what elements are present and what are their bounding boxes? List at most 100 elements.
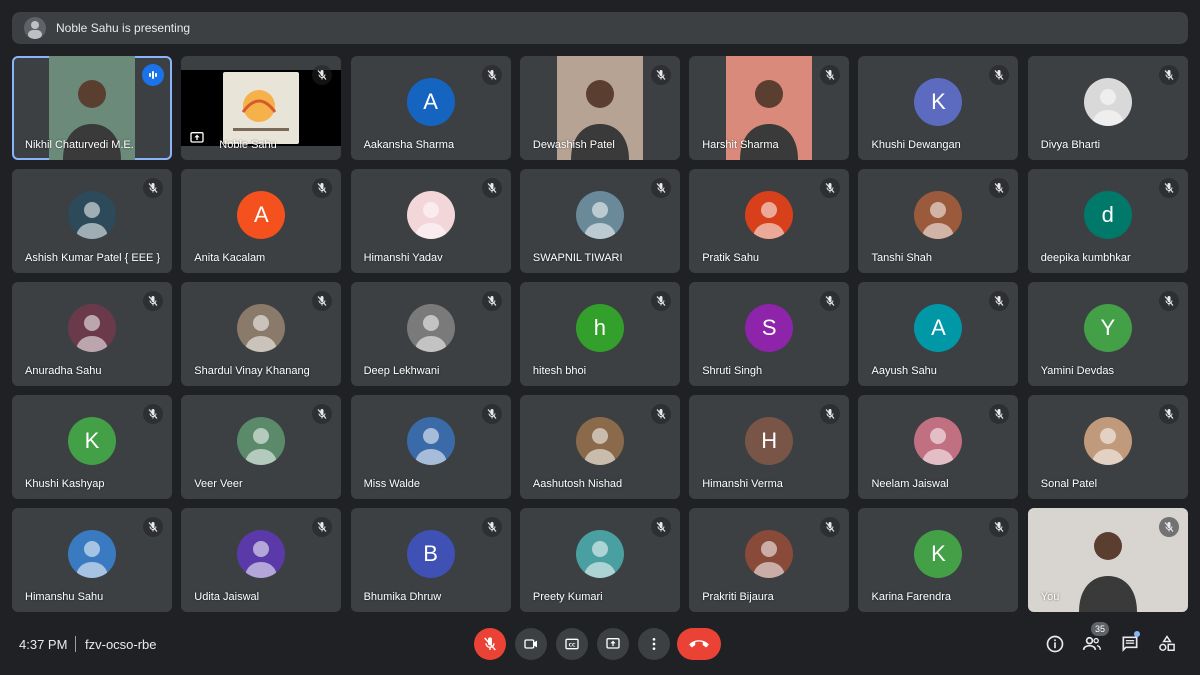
- participant-tile-aakansha-sharma[interactable]: A Aakansha Sharma: [350, 56, 511, 160]
- participant-tile-deep-lekhwani[interactable]: Deep Lekhwani: [350, 282, 511, 386]
- participant-avatar: h: [575, 304, 624, 352]
- participant-name: Bhumika Dhruw: [363, 591, 442, 603]
- participant-tile-swapnil-tiwari[interactable]: SWAPNIL TIWARI: [519, 169, 680, 273]
- activities-icon: [1159, 635, 1175, 651]
- participant-tile-khushi-kashyap[interactable]: K Khushi Kashyap: [12, 395, 172, 499]
- mic-muted-icon: [650, 178, 671, 198]
- participant-tile-pratik-sahu[interactable]: Pratik Sahu: [689, 169, 850, 273]
- participant-avatar: A: [914, 304, 963, 352]
- participant-tile-neelam-jaiswal[interactable]: Neelam Jaiswal: [858, 395, 1019, 499]
- mic-muted-icon: [481, 65, 502, 85]
- camera-button[interactable]: [515, 628, 547, 660]
- mic-muted-icon: [1158, 178, 1179, 198]
- participant-name: Khushi Kashyap: [25, 478, 105, 490]
- participant-avatar: [914, 191, 963, 239]
- participant-name: Karina Farendra: [871, 591, 951, 603]
- participant-tile-himanshi-verma[interactable]: H Himanshi Verma: [689, 395, 850, 499]
- participant-tile-divya-bharti[interactable]: Divya Bharti: [1027, 56, 1188, 160]
- participant-tile-noble-sahu[interactable]: Noble Sahu: [181, 56, 342, 160]
- participant-tile-preety-kumari[interactable]: Preety Kumari: [519, 508, 680, 612]
- mic-muted-icon: [481, 291, 502, 311]
- participant-name: Aakansha Sharma: [363, 139, 455, 151]
- mic-muted-icon: [650, 65, 671, 85]
- people-icon: [1082, 636, 1101, 650]
- participant-name: Deep Lekhwani: [363, 365, 440, 377]
- participant-tile-karina-farendra[interactable]: K Karina Farendra: [858, 508, 1019, 612]
- activities-button[interactable]: [1155, 632, 1179, 656]
- captions-button[interactable]: CC: [556, 628, 588, 660]
- participant-name: Himanshi Verma: [702, 478, 783, 490]
- participant-tile-anita-kacalam[interactable]: A Anita Kacalam: [181, 169, 342, 273]
- mic-muted-icon: [481, 517, 502, 537]
- participant-name: Harshit Sharma: [702, 139, 779, 151]
- participant-name: Himanshu Sahu: [25, 591, 104, 603]
- participant-tile-sonal-patel[interactable]: Sonal Patel: [1027, 395, 1188, 499]
- participant-tile-you[interactable]: You: [1027, 508, 1188, 612]
- participant-tile-harshit-sharma[interactable]: Harshit Sharma: [689, 56, 850, 160]
- more-options-button[interactable]: [638, 628, 670, 660]
- mic-muted-icon: [143, 404, 163, 424]
- participant-tile-veer-veer[interactable]: Veer Veer: [181, 395, 342, 499]
- participant-avatar: [745, 530, 794, 578]
- participant-tile-dewashish-patel[interactable]: Dewashish Patel: [519, 56, 680, 160]
- participant-tile-ashish-kumar-patel-eee[interactable]: Ashish Kumar Patel { EEE }: [12, 169, 172, 273]
- participant-avatar: [68, 191, 116, 239]
- participant-tile-miss-walde[interactable]: Miss Walde: [350, 395, 511, 499]
- participant-name: hitesh bhoi: [532, 365, 587, 377]
- meeting-code: fzv-ocso-rbe: [85, 637, 157, 652]
- participant-name: Aashutosh Nishad: [532, 478, 623, 490]
- participants-count-badge: 35: [1091, 622, 1109, 636]
- participant-name: You: [1040, 591, 1060, 603]
- speaking-indicator-icon: [142, 64, 164, 86]
- participant-tile-tanshi-shah[interactable]: Tanshi Shah: [858, 169, 1019, 273]
- participant-grid: Nikhil Chaturvedi M.E. Noble Sahu A Aakansh…: [12, 56, 1188, 612]
- participant-tile-aayush-sahu[interactable]: A Aayush Sahu: [858, 282, 1019, 386]
- mic-muted-icon: [820, 178, 841, 198]
- participant-name: Preety Kumari: [532, 591, 603, 603]
- presenter-avatar: [24, 17, 46, 39]
- leave-call-button[interactable]: [677, 628, 721, 660]
- participant-name: Noble Sahu: [219, 139, 277, 151]
- participant-tile-udita-jaiswal[interactable]: Udita Jaiswal: [181, 508, 342, 612]
- participant-avatar: [237, 304, 286, 352]
- participant-tile-himanshi-yadav[interactable]: Himanshi Yadav: [350, 169, 511, 273]
- participant-tile-shardul-vinay-khanang[interactable]: Shardul Vinay Khanang: [181, 282, 342, 386]
- mic-muted-icon: [1158, 517, 1179, 537]
- participant-avatar: K: [914, 78, 963, 126]
- participant-avatar: [914, 417, 963, 465]
- camera-icon: [524, 639, 537, 649]
- clock: 4:37 PM: [19, 637, 68, 652]
- meeting-details-button[interactable]: [1043, 632, 1067, 656]
- mic-muted-icon: [650, 291, 671, 311]
- participant-name: Pratik Sahu: [702, 252, 760, 264]
- participant-name: Shardul Vinay Khanang: [194, 365, 310, 377]
- participant-tile-shruti-singh[interactable]: S Shruti Singh: [689, 282, 850, 386]
- mic-muted-icon: [820, 291, 841, 311]
- participant-avatar: d: [1083, 191, 1132, 239]
- participant-name: Aayush Sahu: [871, 365, 937, 377]
- mic-off-button[interactable]: [474, 628, 506, 660]
- participant-tile-yamini-devdas[interactable]: Y Yamini Devdas: [1027, 282, 1188, 386]
- participant-avatar: K: [914, 530, 963, 578]
- mic-muted-icon: [312, 404, 333, 424]
- presenting-text: Noble Sahu is presenting: [56, 21, 191, 35]
- participant-tile-prakriti-bijaura[interactable]: Prakriti Bijaura: [689, 508, 850, 612]
- participant-tile-bhumika-dhruw[interactable]: B Bhumika Dhruw: [350, 508, 511, 612]
- mic-muted-icon: [650, 517, 671, 537]
- mic-muted-icon: [989, 517, 1010, 537]
- participant-tile-deepika-kumbhkar[interactable]: d deepika kumbhkar: [1027, 169, 1188, 273]
- participant-tile-anuradha-sahu[interactable]: Anuradha Sahu: [12, 282, 172, 386]
- participant-tile-himanshu-sahu[interactable]: Himanshu Sahu: [12, 508, 172, 612]
- participant-tile-nikhil-chaturvedi-m-e[interactable]: Nikhil Chaturvedi M.E.: [12, 56, 172, 160]
- mic-muted-icon: [820, 517, 841, 537]
- participant-name: Khushi Dewangan: [871, 139, 961, 151]
- info-icon: [1046, 635, 1064, 653]
- participant-name: Udita Jaiswal: [194, 591, 260, 603]
- participant-tile-hitesh-bhoi[interactable]: h hitesh bhoi: [519, 282, 680, 386]
- chat-icon: [1122, 636, 1138, 652]
- present-icon: [606, 638, 620, 649]
- participant-tile-khushi-dewangan[interactable]: K Khushi Dewangan: [858, 56, 1019, 160]
- participant-tile-aashutosh-nishad[interactable]: Aashutosh Nishad: [519, 395, 680, 499]
- present-now-button[interactable]: [597, 628, 629, 660]
- participant-name: Anuradha Sahu: [25, 365, 102, 377]
